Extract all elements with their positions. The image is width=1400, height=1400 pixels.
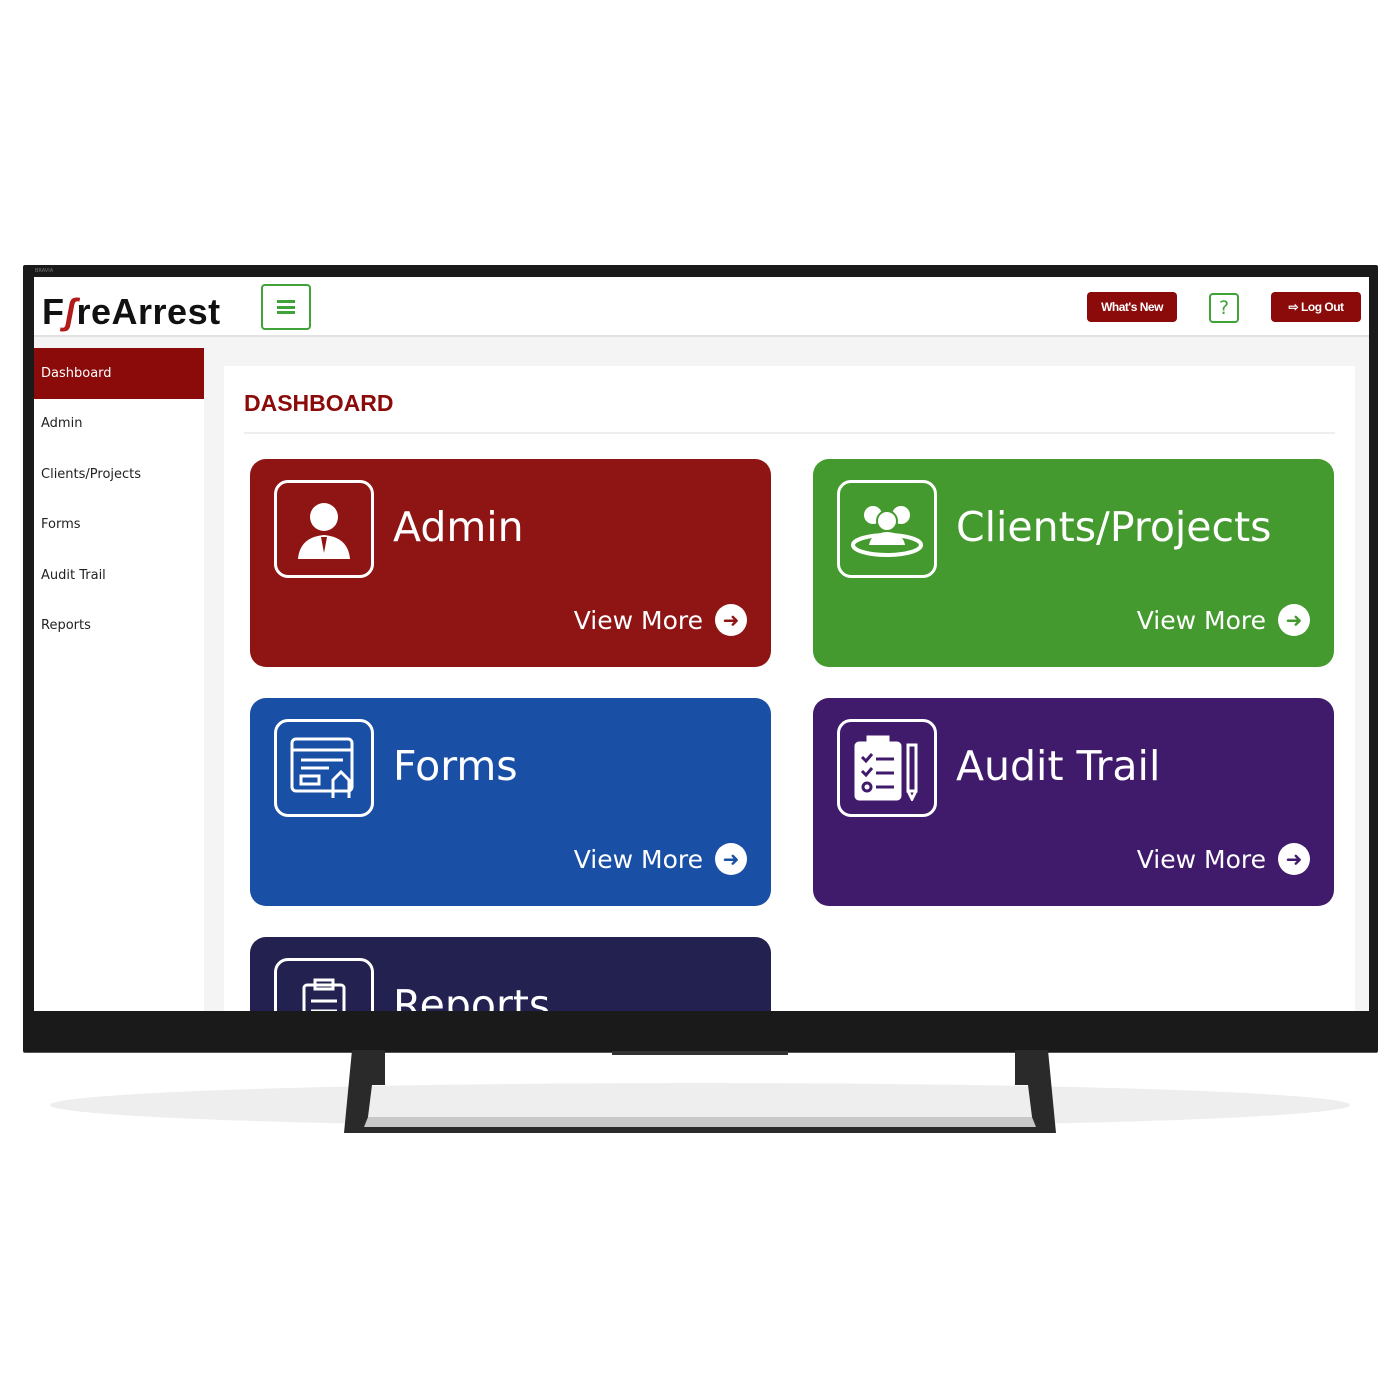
main-content: DASHBOARD Admin View More ➜ Clients/Proje… <box>224 366 1355 1011</box>
dashboard-card-clients-projects[interactable]: Clients/Projects View More ➜ <box>813 459 1334 667</box>
page-title: DASHBOARD <box>244 390 394 416</box>
checklist-icon <box>837 719 937 817</box>
logout-icon: ⇨ <box>1288 300 1299 314</box>
logout-button[interactable]: ⇨ Log Out <box>1271 292 1361 322</box>
dashboard-card-forms[interactable]: Forms View More ➜ <box>250 698 771 906</box>
menu-icon <box>277 300 295 314</box>
card-title: Forms <box>393 742 518 790</box>
group-icon <box>837 480 937 578</box>
arrow-right-icon: ➜ <box>715 604 747 636</box>
help-button[interactable]: ? <box>1209 293 1239 323</box>
sidebar-item-dashboard[interactable]: Dashboard <box>34 348 204 399</box>
whats-new-button[interactable]: What's New <box>1087 292 1177 322</box>
view-more-label: View More <box>573 605 703 635</box>
view-more-label: View More <box>573 844 703 874</box>
form-icon <box>274 719 374 817</box>
clipboard-icon <box>274 958 374 1011</box>
logo[interactable]: FʃreArrest <box>42 291 221 333</box>
dashboard-card-admin[interactable]: Admin View More ➜ <box>250 459 771 667</box>
dashboard-card-audit-trail[interactable]: Audit Trail View More ➜ <box>813 698 1334 906</box>
view-more-label: View More <box>1136 605 1266 635</box>
card-title: Admin <box>393 503 524 551</box>
arrow-right-icon: ➜ <box>1278 604 1310 636</box>
arrow-right-icon: ➜ <box>715 843 747 875</box>
sidebar: Dashboard Admin Clients/Projects Forms A… <box>34 348 204 1011</box>
view-more-link[interactable]: View More ➜ <box>1137 843 1310 875</box>
dashboard-card-reports[interactable]: Reports View More➜ <box>250 937 771 1011</box>
sidebar-item-reports[interactable]: Reports <box>34 601 204 652</box>
user-icon <box>274 480 374 578</box>
view-more-label: View More <box>1136 844 1266 874</box>
view-more-link[interactable]: View More ➜ <box>1137 604 1310 636</box>
tv-stand <box>50 1050 1350 1133</box>
view-more-link[interactable]: View More ➜ <box>574 843 747 875</box>
card-title: Reports <box>393 981 551 1011</box>
divider <box>244 432 1335 434</box>
sidebar-item-admin[interactable]: Admin <box>34 399 204 450</box>
flame-icon: ʃ <box>64 291 77 332</box>
sidebar-item-forms[interactable]: Forms <box>34 500 204 551</box>
card-title: Clients/Projects <box>956 503 1272 551</box>
tv-brand: BRAVIA <box>35 268 54 274</box>
hamburger-menu-button[interactable] <box>261 284 311 330</box>
screen: FʃreArrest What's New ? ⇨ Log Out Dashboa… <box>34 277 1369 1011</box>
card-title: Audit Trail <box>956 742 1161 790</box>
arrow-right-icon: ➜ <box>1278 843 1310 875</box>
top-bar: FʃreArrest What's New ? ⇨ Log Out <box>34 277 1369 337</box>
sidebar-item-clients-projects[interactable]: Clients/Projects <box>34 449 204 500</box>
sidebar-item-audit-trail[interactable]: Audit Trail <box>34 550 204 601</box>
view-more-link[interactable]: View More ➜ <box>574 604 747 636</box>
